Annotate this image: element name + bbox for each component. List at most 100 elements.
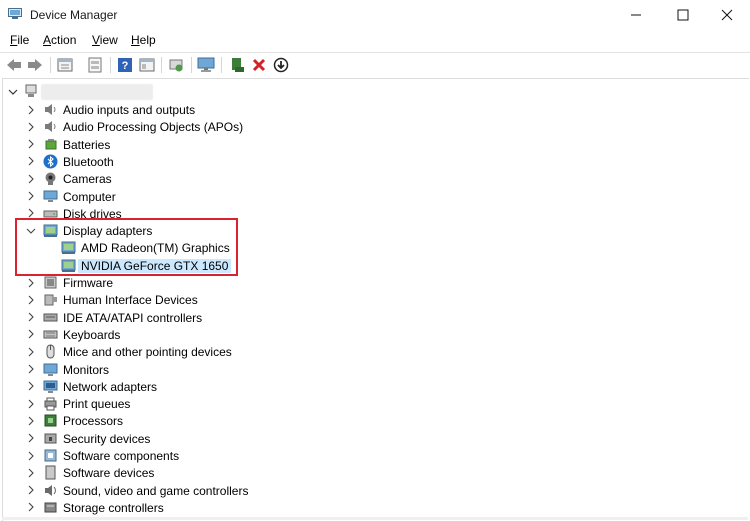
tree-category-item[interactable]: Computer bbox=[3, 188, 743, 205]
back-button[interactable] bbox=[5, 56, 23, 74]
properties-button[interactable] bbox=[56, 56, 74, 74]
forward-button[interactable] bbox=[26, 56, 44, 74]
chevron-right-icon[interactable] bbox=[25, 309, 37, 326]
device-tree[interactable]: Audio inputs and outputs Audio Processing… bbox=[2, 78, 749, 521]
device-label: AMD Radeon(TM) Graphics bbox=[81, 241, 230, 256]
tree-category-item[interactable]: Display adapters bbox=[3, 222, 743, 239]
computer-icon bbox=[25, 84, 37, 97]
chevron-down-icon[interactable] bbox=[7, 83, 19, 100]
details-button[interactable] bbox=[138, 56, 156, 74]
help-button[interactable]: ? bbox=[116, 56, 134, 74]
tree-category-item[interactable]: Batteries bbox=[3, 136, 743, 153]
minimize-button[interactable] bbox=[613, 0, 659, 30]
scan-hardware-button[interactable] bbox=[167, 56, 185, 74]
menu-action[interactable]: Action bbox=[43, 33, 76, 47]
battery-icon bbox=[45, 138, 57, 150]
minimize-icon bbox=[631, 14, 641, 16]
firmware-icon bbox=[44, 276, 57, 289]
uninstall-icon bbox=[252, 58, 266, 72]
add-driver-button[interactable] bbox=[228, 56, 246, 74]
category-label: Monitors bbox=[63, 362, 110, 377]
category-label: Mice and other pointing devices bbox=[63, 345, 232, 360]
chevron-right-icon[interactable] bbox=[25, 326, 37, 343]
chevron-right-icon[interactable] bbox=[25, 153, 37, 170]
tree-category-item[interactable]: Human Interface Devices bbox=[3, 291, 743, 308]
tree-category-item[interactable]: Keyboards bbox=[3, 326, 743, 343]
chevron-right-icon[interactable] bbox=[25, 412, 37, 429]
display-adapter-icon bbox=[61, 259, 76, 272]
chevron-right-icon[interactable] bbox=[25, 170, 37, 187]
category-label: Human Interface Devices bbox=[63, 293, 198, 308]
window-title: Device Manager bbox=[30, 8, 118, 22]
tree-category-item[interactable]: Software devices bbox=[3, 464, 743, 481]
processor-icon bbox=[44, 414, 57, 427]
category-label: Bluetooth bbox=[63, 154, 114, 169]
chevron-right-icon[interactable] bbox=[25, 274, 37, 291]
category-label: Network adapters bbox=[63, 379, 158, 394]
software-device-icon bbox=[45, 465, 56, 480]
tree-category-item[interactable]: Audio Processing Objects (APOs) bbox=[3, 118, 743, 135]
computer-icon bbox=[43, 190, 58, 202]
display-adapter-icon bbox=[61, 241, 76, 255]
category-label: Sound, video and game controllers bbox=[63, 483, 249, 498]
tree-category-item[interactable]: Processors bbox=[3, 412, 743, 429]
tree-category-item[interactable]: Sound, video and game controllers bbox=[3, 482, 743, 499]
close-button[interactable] bbox=[704, 0, 750, 30]
chevron-right-icon[interactable] bbox=[25, 447, 37, 464]
tree-device-item[interactable]: NVIDIA GeForce GTX 1650 bbox=[3, 257, 743, 274]
tree-category-item[interactable]: Bluetooth bbox=[3, 153, 743, 170]
disable-icon bbox=[273, 57, 289, 73]
tree-category-item[interactable]: Network adapters bbox=[3, 378, 743, 395]
chevron-right-icon[interactable] bbox=[25, 188, 37, 205]
hid-icon bbox=[44, 294, 57, 306]
tree-device-item[interactable]: AMD Radeon(TM) Graphics bbox=[3, 239, 743, 256]
speaker-icon bbox=[45, 104, 56, 115]
menu-help[interactable]: Help bbox=[131, 33, 156, 47]
chevron-right-icon[interactable] bbox=[25, 343, 37, 360]
chevron-right-icon[interactable] bbox=[25, 482, 37, 499]
tree-root[interactable] bbox=[3, 83, 743, 100]
tree-category-item[interactable]: Disk drives bbox=[3, 205, 743, 222]
menu-view[interactable]: View bbox=[92, 33, 118, 47]
add-driver-icon bbox=[232, 58, 244, 72]
chevron-right-icon[interactable] bbox=[25, 378, 37, 395]
chevron-right-icon[interactable] bbox=[25, 291, 37, 308]
chevron-right-icon[interactable] bbox=[25, 136, 37, 153]
category-label: Security devices bbox=[63, 431, 151, 446]
tree-category-item[interactable]: IDE ATA/ATAPI controllers bbox=[3, 309, 743, 326]
storage-icon bbox=[44, 502, 57, 513]
tree-category-item[interactable]: Software components bbox=[3, 447, 743, 464]
chevron-right-icon[interactable] bbox=[25, 118, 37, 135]
category-label: Firmware bbox=[63, 276, 113, 290]
tree-category-item[interactable]: Audio inputs and outputs bbox=[3, 101, 743, 118]
chevron-down-icon[interactable] bbox=[25, 222, 37, 239]
software-component-icon bbox=[44, 449, 57, 462]
chevron-right-icon[interactable] bbox=[25, 430, 37, 447]
category-label: Audio Processing Objects (APOs) bbox=[63, 120, 244, 135]
tree-category-item[interactable]: Mice and other pointing devices bbox=[3, 343, 743, 360]
toolbar: ? bbox=[0, 52, 750, 77]
tree-category-item[interactable]: Monitors bbox=[3, 361, 743, 378]
tree-category-item[interactable]: Security devices bbox=[3, 430, 743, 447]
disable-button[interactable] bbox=[272, 56, 290, 74]
category-label: Disk drives bbox=[63, 206, 122, 221]
maximize-button[interactable] bbox=[660, 0, 706, 30]
chevron-right-icon[interactable] bbox=[25, 499, 37, 516]
chevron-right-icon[interactable] bbox=[25, 395, 37, 412]
help-page-button[interactable] bbox=[86, 56, 104, 74]
tree-category-item[interactable]: Cameras bbox=[3, 170, 743, 187]
menu-file[interactable]: File bbox=[10, 33, 29, 47]
chevron-right-icon[interactable] bbox=[25, 361, 37, 378]
uninstall-button[interactable] bbox=[250, 56, 268, 74]
tree-category-item[interactable]: Storage controllers bbox=[3, 499, 743, 516]
monitor-button[interactable] bbox=[197, 56, 215, 74]
chevron-right-icon[interactable] bbox=[25, 101, 37, 118]
category-label: Keyboards bbox=[63, 327, 121, 342]
chevron-right-icon[interactable] bbox=[25, 464, 37, 481]
sound-icon bbox=[45, 484, 56, 496]
printer-icon bbox=[44, 397, 57, 411]
tree-category-item[interactable]: Firmware bbox=[3, 274, 743, 291]
keyboard-icon bbox=[43, 330, 58, 339]
tree-category-item[interactable]: Print queues bbox=[3, 395, 743, 412]
chevron-right-icon[interactable] bbox=[25, 205, 37, 222]
